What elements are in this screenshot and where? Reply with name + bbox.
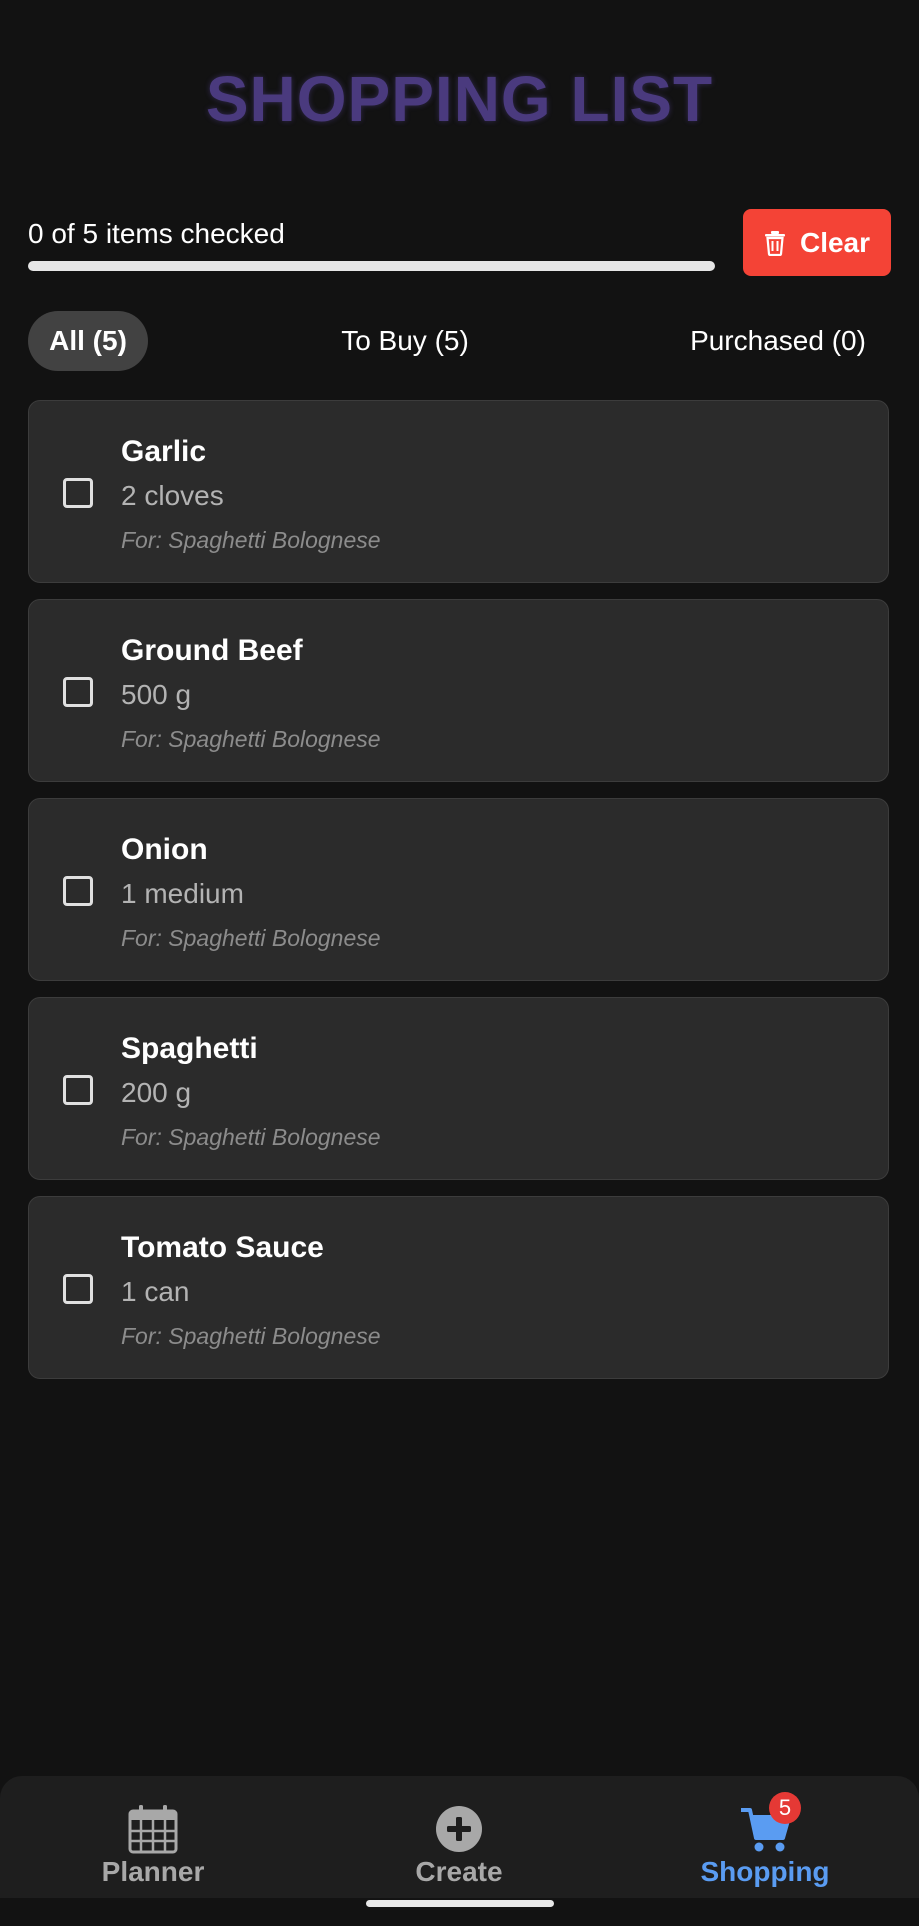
item-recipe: For: Spaghetti Bolognese [121,726,381,752]
list-item[interactable]: Tomato Sauce 1 can For: Spaghetti Bologn… [28,1196,889,1379]
home-indicator[interactable] [366,1900,554,1907]
nav-shopping-label: Shopping [700,1856,830,1887]
list-item[interactable]: Spaghetti 200 g For: Spaghetti Bolognese [28,997,889,1180]
bottom-navigation: Planner Create 5 Shopping [0,1776,919,1898]
item-recipe: For: Spaghetti Bolognese [121,1124,381,1150]
item-checkbox[interactable] [63,876,93,906]
nav-planner-label: Planner [101,1856,205,1887]
cart-icon-wrapper: 5 [739,1792,801,1854]
item-name: Garlic [121,435,207,468]
item-checkbox[interactable] [63,478,93,508]
shopping-items-list: Garlic 2 cloves For: Spaghetti Bolognese… [28,400,891,1395]
item-checkbox[interactable] [63,1075,93,1105]
tab-all[interactable]: All (5) [28,311,148,371]
clear-button-label: Clear [799,226,871,258]
nav-planner[interactable]: Planner [53,1804,253,1894]
list-item[interactable]: Ground Beef 500 g For: Spaghetti Bologne… [28,599,889,782]
item-recipe: For: Spaghetti Bolognese [121,925,381,951]
trash-icon [764,230,785,256]
item-quantity: 1 medium [121,878,244,909]
item-quantity: 500 g [121,679,192,710]
plus-circle-icon [436,1806,482,1852]
nav-shopping[interactable]: 5 Shopping [665,1792,865,1894]
item-recipe: For: Spaghetti Bolognese [121,527,381,553]
item-recipe: For: Spaghetti Bolognese [121,1323,381,1349]
nav-create-label: Create [415,1856,503,1887]
item-quantity: 1 can [121,1276,190,1307]
tab-to-buy[interactable]: To Buy (5) [320,311,490,371]
progress-label: 0 of 5 items checked [28,218,285,249]
nav-create[interactable]: Create [359,1804,559,1894]
cart-count-badge: 5 [769,1792,801,1824]
item-name: Spaghetti [121,1032,258,1065]
item-name: Tomato Sauce [121,1231,324,1264]
item-name: Onion [121,833,208,866]
item-checkbox[interactable] [63,1274,93,1304]
shopping-list-screen: SHOPPING LIST 0 of 5 items checked Clear… [0,0,919,1926]
item-name: Ground Beef [121,634,303,667]
page-title: SHOPPING LIST [205,63,714,135]
progress-bar [28,261,715,271]
calendar-icon [128,1805,178,1854]
filter-tabs: All (5) To Buy (5) Purchased (0) [0,311,919,371]
list-item[interactable]: Garlic 2 cloves For: Spaghetti Bolognese [28,400,889,583]
clear-button[interactable]: Clear [743,209,891,276]
item-quantity: 200 g [121,1077,192,1108]
list-item[interactable]: Onion 1 medium For: Spaghetti Bolognese [28,798,889,981]
item-quantity: 2 cloves [121,480,224,511]
tab-purchased[interactable]: Purchased (0) [668,311,888,371]
item-checkbox[interactable] [63,677,93,707]
